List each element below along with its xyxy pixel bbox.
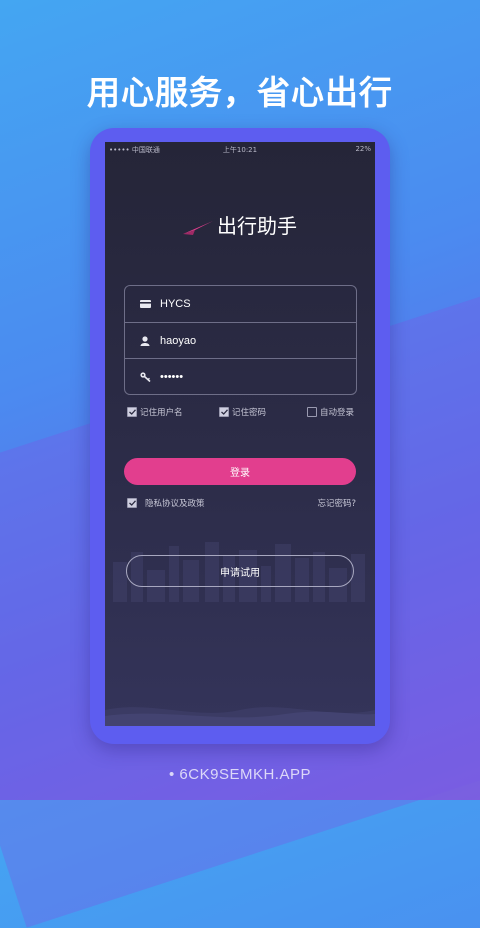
- footer-watermark: • 6CK9SEMKH.APP: [169, 766, 311, 783]
- password-row[interactable]: [125, 358, 356, 395]
- privacy-checkbox[interactable]: 隐私协议及政策: [127, 497, 205, 509]
- checkbox-checked-icon: [127, 498, 137, 508]
- checkbox-checked-icon: [219, 407, 229, 417]
- username-input[interactable]: [160, 335, 340, 347]
- auto-login-checkbox[interactable]: 自动登录: [307, 406, 354, 418]
- checkbox-unchecked-icon: [307, 407, 317, 417]
- privacy-link[interactable]: 隐私协议及政策: [145, 497, 205, 509]
- app-name: 出行助手: [217, 214, 297, 238]
- app-logo: 出行助手: [105, 210, 375, 239]
- user-icon: [138, 336, 152, 346]
- remember-password-label: 记住密码: [232, 408, 267, 418]
- card-icon: [138, 300, 152, 308]
- login-form: [124, 285, 357, 395]
- promo-headline: 用心服务，省心出行: [87, 73, 393, 112]
- remember-password-checkbox[interactable]: 记住密码: [219, 406, 266, 418]
- login-button[interactable]: 登录: [124, 458, 356, 485]
- remember-user-label: 记住用户名: [140, 408, 183, 418]
- company-row[interactable]: [125, 286, 356, 322]
- paper-plane-icon: [183, 220, 213, 235]
- company-input[interactable]: [160, 298, 340, 310]
- password-input[interactable]: [160, 371, 340, 383]
- status-battery: 22%: [355, 145, 371, 153]
- wave-decoration: [105, 707, 375, 726]
- key-icon: [138, 372, 152, 382]
- auto-login-label: 自动登录: [320, 408, 355, 418]
- phone-screen: ••••• 中国联通 上午10:21 22% 出行助手 HYCS haoyao …: [105, 142, 375, 726]
- login-options: 记住用户名 记住密码 自动登录: [127, 406, 357, 418]
- phone-frame: ••••• 中国联通 上午10:21 22% 出行助手 HYCS haoyao …: [90, 128, 390, 744]
- username-row[interactable]: [125, 322, 356, 359]
- checkbox-checked-icon: [127, 407, 137, 417]
- status-bar: ••••• 中国联通 上午10:21 22%: [105, 142, 375, 156]
- status-time: 上午10:21: [222, 146, 258, 154]
- apply-trial-button[interactable]: 申请试用: [126, 555, 354, 587]
- forgot-password-link[interactable]: 忘记密码?: [317, 497, 356, 509]
- remember-user-checkbox[interactable]: 记住用户名: [127, 406, 183, 418]
